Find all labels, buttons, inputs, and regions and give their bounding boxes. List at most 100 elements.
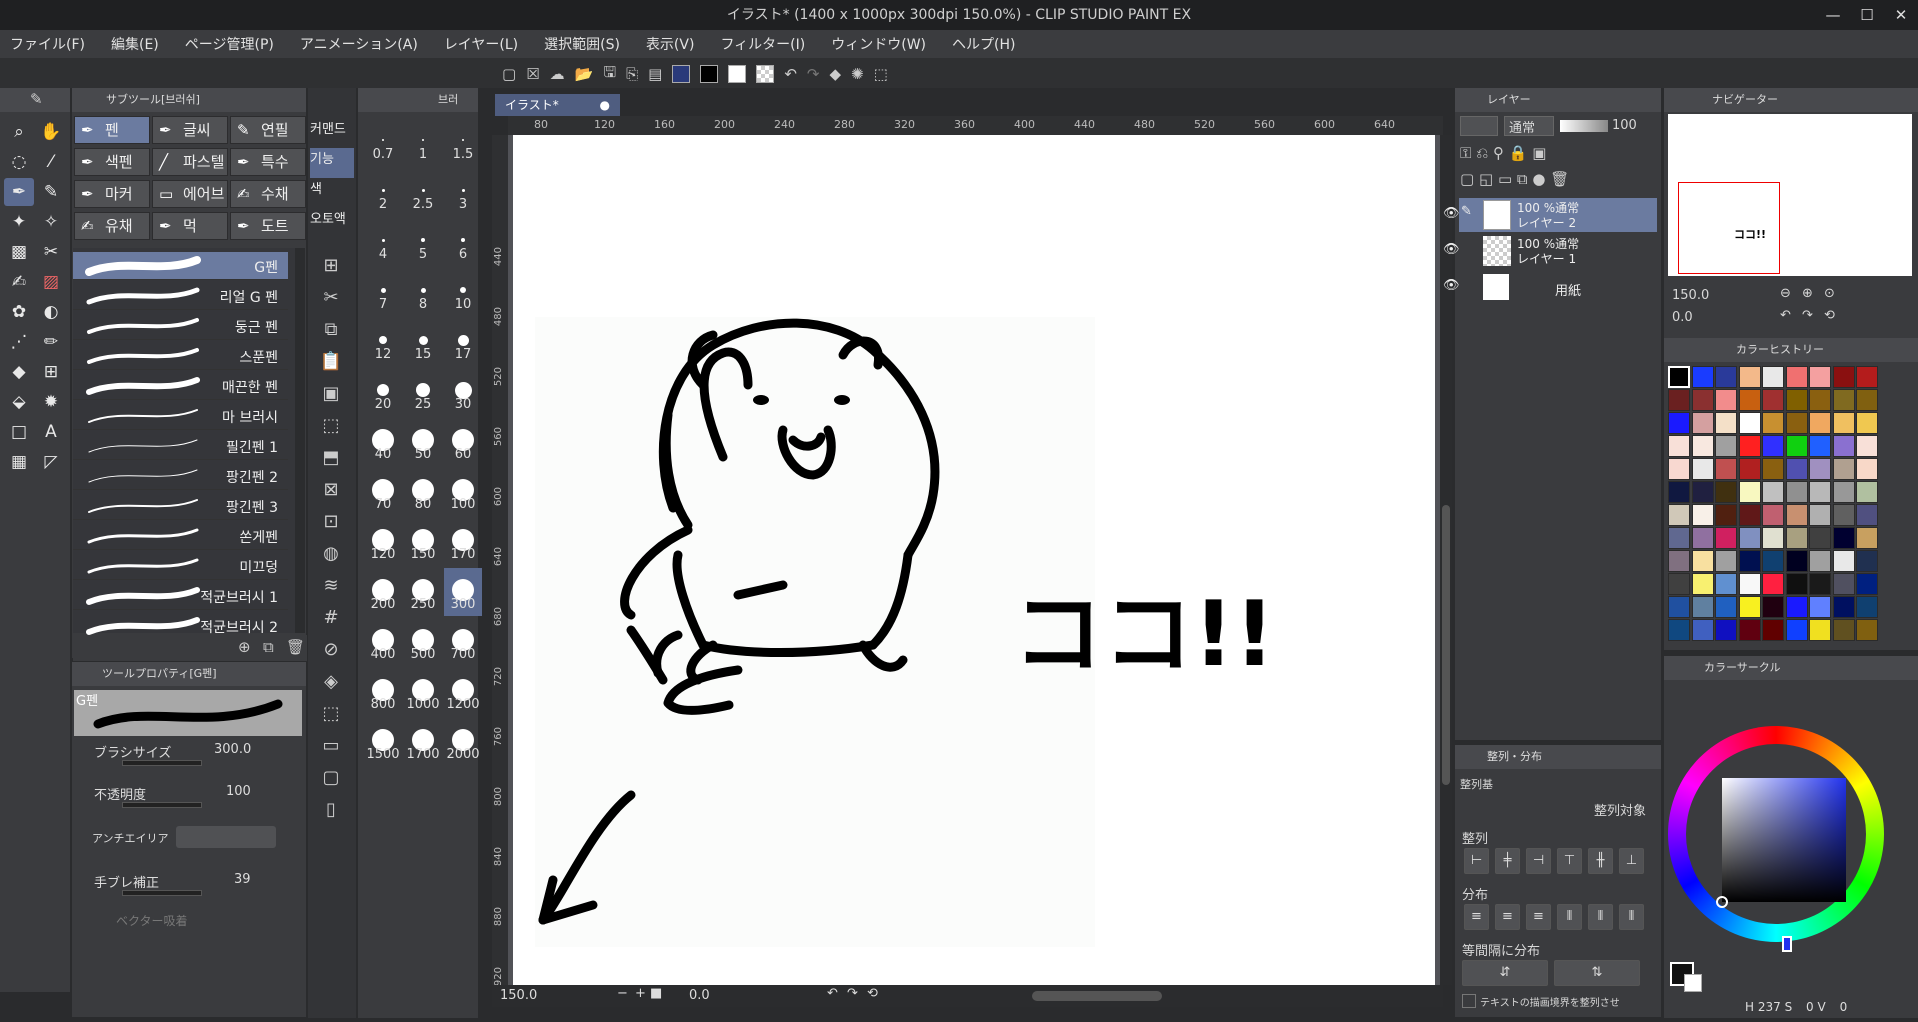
subtool-button-airbrush[interactable]: ▭ 에어브 — [152, 180, 228, 208]
dist-right-icon[interactable]: ⦀ — [1619, 904, 1644, 930]
disabled-icon[interactable]: ⊘ — [316, 634, 346, 666]
subtool-button-watercolor[interactable]: ✍ 수채 — [230, 180, 306, 208]
gradient-tool-icon[interactable]: ▨ — [36, 268, 66, 296]
brush-size-cell[interactable]: 1700 — [404, 718, 442, 766]
airbrush-tool-icon[interactable]: ✍ — [4, 268, 34, 296]
image-icon[interactable]: ▣ — [316, 378, 346, 410]
sub-color-swatch[interactable] — [700, 65, 719, 83]
brush-size-cell[interactable]: 1200 — [444, 668, 482, 716]
lasso-tool-icon[interactable]: ◌ — [4, 148, 34, 176]
color-history-swatch[interactable] — [1856, 619, 1878, 641]
text-bounds-checkbox[interactable] — [1462, 994, 1476, 1008]
navigator-angle[interactable]: 0.0 — [1672, 310, 1693, 325]
color-history-swatch[interactable] — [1832, 435, 1855, 457]
menu-page[interactable]: ページ管理(P) — [185, 34, 274, 54]
color-history-swatch[interactable] — [1738, 481, 1761, 503]
fit-icon[interactable]: ■ — [650, 986, 662, 1001]
dist-top-icon[interactable]: ≡ — [1464, 904, 1489, 930]
layers-icon[interactable]: ≋ — [316, 570, 346, 602]
color-history-swatch[interactable] — [1785, 550, 1808, 572]
menu-layer[interactable]: レイヤー(L) — [444, 34, 518, 54]
menu-animation[interactable]: アニメーション(A) — [300, 34, 418, 54]
eye-icon[interactable]: 👁 — [1443, 206, 1460, 221]
color-history-swatch[interactable] — [1738, 573, 1761, 595]
brush-item[interactable]: 필긴펜 1 — [73, 432, 288, 460]
color-history-swatch[interactable] — [1715, 550, 1737, 572]
color-history-swatch[interactable] — [1832, 389, 1855, 411]
dist-bottom-icon[interactable]: ≡ — [1526, 904, 1551, 930]
color-history-swatch[interactable] — [1809, 481, 1831, 503]
erase-tool-icon[interactable]: ◆ — [4, 358, 34, 386]
color-history-swatch[interactable] — [1809, 412, 1831, 434]
brush-size-cell[interactable]: 1500 — [364, 718, 402, 766]
color-history-swatch[interactable] — [1691, 435, 1714, 457]
color-history-swatch[interactable] — [1715, 596, 1737, 618]
color-history-swatch[interactable] — [1668, 366, 1690, 388]
align-right-icon[interactable]: ⊣ — [1526, 848, 1551, 874]
color-history-swatch[interactable] — [1856, 366, 1878, 388]
delete-layer-icon[interactable]: 🗑 — [1550, 170, 1569, 188]
brush-item[interactable]: 미끄덩 — [73, 552, 288, 580]
white-swatch[interactable] — [728, 65, 747, 83]
cut-icon[interactable]: ✂ — [316, 282, 346, 314]
color-history-swatch[interactable] — [1762, 481, 1784, 503]
color-history-swatch[interactable] — [1856, 389, 1878, 411]
color-history-swatch[interactable] — [1715, 527, 1737, 549]
brush-size-cell[interactable]: 10 — [444, 268, 482, 316]
frame-tool-icon[interactable]: ⊞ — [36, 358, 66, 386]
copy-icon[interactable]: ⧉ — [316, 314, 346, 346]
color-history-swatch[interactable] — [1668, 435, 1690, 457]
cloud-icon[interactable]: ☁ — [550, 65, 565, 83]
color-history-swatch[interactable] — [1832, 573, 1855, 595]
canvas-angle-value[interactable]: 0.0 — [689, 988, 710, 1003]
hand-tool-icon[interactable]: ✋ — [36, 118, 66, 146]
transform-icon[interactable]: ⬚ — [874, 65, 888, 83]
nav-reset-icon[interactable]: ⟲ — [1824, 308, 1835, 323]
equal-vertical-icon[interactable]: ⇵ — [1462, 960, 1548, 986]
color-history-swatch[interactable] — [1785, 596, 1808, 618]
color-history-swatch[interactable] — [1762, 435, 1784, 457]
color-history-swatch[interactable] — [1738, 619, 1761, 641]
decor-tool-icon[interactable]: ✿ — [4, 298, 34, 326]
color-history-swatch[interactable] — [1809, 596, 1831, 618]
brush-size-cell[interactable]: 500 — [404, 618, 442, 666]
mesh-icon[interactable]: ⊠ — [316, 474, 346, 506]
burst-tool-icon[interactable]: ✹ — [36, 388, 66, 416]
align-bottom-icon[interactable]: ⊥ — [1619, 848, 1644, 874]
color-history-swatch[interactable] — [1856, 527, 1878, 549]
command-item[interactable]: 색 — [310, 178, 354, 208]
menu-view[interactable]: 表示(V) — [646, 34, 695, 54]
new-file-icon[interactable]: ▢ — [502, 65, 516, 83]
color-history-swatch[interactable] — [1738, 366, 1761, 388]
menu-window[interactable]: ウィンドウ(W) — [831, 34, 926, 54]
eye-icon[interactable]: 👁 — [1443, 242, 1460, 257]
canvas-tab[interactable]: イラスト* ● — [495, 94, 620, 116]
color-history-swatch[interactable] — [1785, 481, 1808, 503]
grid-icon[interactable]: # — [316, 602, 346, 634]
antialias-selector[interactable] — [176, 826, 276, 848]
brush-tool-icon[interactable]: ✂ — [36, 238, 66, 266]
color-history-swatch[interactable] — [1715, 573, 1737, 595]
brush-size-cell[interactable]: 170 — [444, 518, 482, 566]
color-history-swatch[interactable] — [1832, 527, 1855, 549]
brush-size-cell[interactable]: 6 — [444, 218, 482, 266]
menu-file[interactable]: ファイル(F) — [10, 34, 85, 54]
color-history-swatch[interactable] — [1856, 435, 1878, 457]
color-history-swatch[interactable] — [1809, 389, 1831, 411]
subtool-button-letter[interactable]: ✒ 글씨 — [152, 116, 228, 144]
brush-size-cell[interactable]: 200 — [364, 568, 402, 616]
sparkle-tool-icon[interactable]: ✦ — [4, 208, 34, 236]
close-file-icon[interactable]: ☒ — [526, 65, 539, 83]
equal-horizontal-icon[interactable]: ⇅ — [1554, 960, 1640, 986]
fit-icon[interactable]: ⊡ — [316, 506, 346, 538]
color-history-swatch[interactable] — [1738, 550, 1761, 572]
color-history-swatch[interactable] — [1691, 550, 1714, 572]
color-history-swatch[interactable] — [1668, 573, 1690, 595]
brush-size-cell[interactable]: 250 — [404, 568, 442, 616]
color-history-swatch[interactable] — [1762, 458, 1784, 480]
color-history-swatch[interactable] — [1856, 504, 1878, 526]
color-history-swatch[interactable] — [1668, 389, 1690, 411]
canvas-icon[interactable]: ▭ — [316, 730, 346, 762]
brush-size-cell[interactable]: 7 — [364, 268, 402, 316]
color-history-swatch[interactable] — [1785, 619, 1808, 641]
